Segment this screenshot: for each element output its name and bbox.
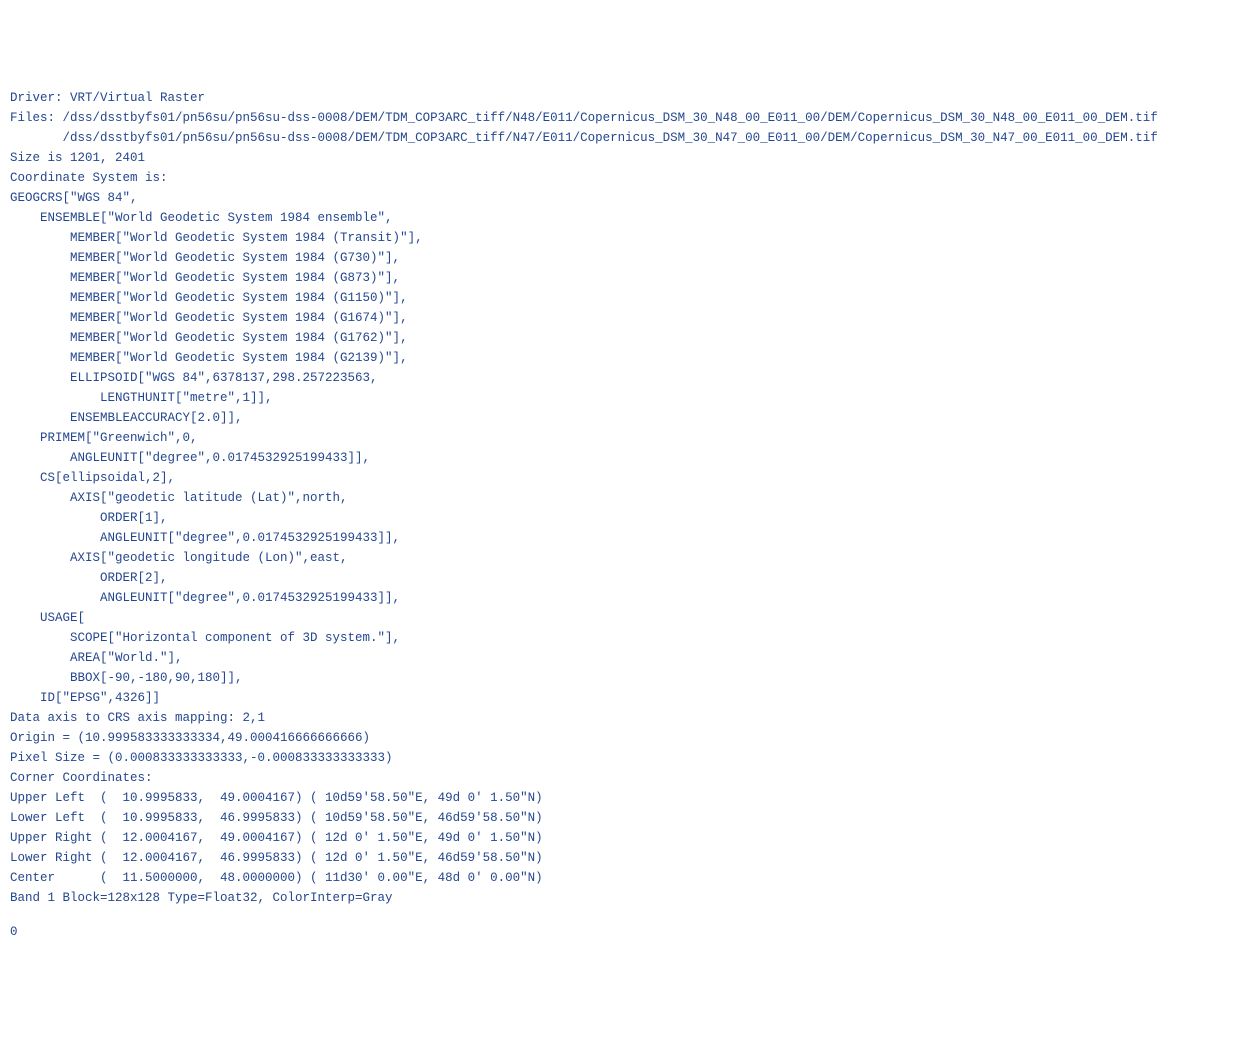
output-zero: 0 [10, 922, 1234, 942]
member-g730: MEMBER["World Geodetic System 1984 (G730… [10, 251, 400, 265]
axis-lon: AXIS["geodetic longitude (Lon)",east, [10, 551, 348, 565]
gdal-info-output: Driver: VRT/Virtual Raster Files: /dss/d… [10, 88, 1234, 942]
id-epsg: ID["EPSG",4326]] [10, 691, 160, 705]
order-2: ORDER[2], [10, 571, 168, 585]
file-path-1: /dss/dsstbyfs01/pn56su/pn56su-dss-0008/D… [63, 111, 1158, 125]
file2-indent [10, 131, 63, 145]
ensemble-line: ENSEMBLE["World Geodetic System 1984 ens… [10, 211, 393, 225]
primem-line: PRIMEM["Greenwich",0, [10, 431, 198, 445]
data-axis-mapping: Data axis to CRS axis mapping: 2,1 [10, 711, 265, 725]
geogcrs-line: GEOGCRS["WGS 84", [10, 191, 138, 205]
scope-line: SCOPE["Horizontal component of 3D system… [10, 631, 400, 645]
member-g873: MEMBER["World Geodetic System 1984 (G873… [10, 271, 400, 285]
lengthunit-line: LENGTHUNIT["metre",1]], [10, 391, 273, 405]
bbox-line: BBOX[-90,-180,90,180]], [10, 671, 243, 685]
band-info: Band 1 Block=128x128 Type=Float32, Color… [10, 891, 393, 905]
member-g1150: MEMBER["World Geodetic System 1984 (G115… [10, 291, 408, 305]
lower-left: Lower Left ( 10.9995833, 46.9995833) ( 1… [10, 811, 543, 825]
file-path-2: /dss/dsstbyfs01/pn56su/pn56su-dss-0008/D… [63, 131, 1158, 145]
member-g1762: MEMBER["World Geodetic System 1984 (G176… [10, 331, 408, 345]
size-line: Size is 1201, 2401 [10, 151, 145, 165]
lower-right: Lower Right ( 12.0004167, 46.9995833) ( … [10, 851, 543, 865]
pixel-size-line: Pixel Size = (0.000833333333333,-0.00083… [10, 751, 393, 765]
ensemble-accuracy: ENSEMBLEACCURACY[2.0]], [10, 411, 243, 425]
member-transit: MEMBER["World Geodetic System 1984 (Tran… [10, 231, 423, 245]
usage-line: USAGE[ [10, 611, 85, 625]
axis-lat-angleunit: ANGLEUNIT["degree",0.0174532925199433]], [10, 531, 400, 545]
origin-line: Origin = (10.999583333333334,49.00041666… [10, 731, 370, 745]
order-1: ORDER[1], [10, 511, 168, 525]
primem-angleunit: ANGLEUNIT["degree",0.0174532925199433]], [10, 451, 370, 465]
member-g2139: MEMBER["World Geodetic System 1984 (G213… [10, 351, 408, 365]
files-label: Files: [10, 111, 63, 125]
axis-lat: AXIS["geodetic latitude (Lat)",north, [10, 491, 348, 505]
ellipsoid-line: ELLIPSOID["WGS 84",6378137,298.257223563… [10, 371, 378, 385]
area-line: AREA["World."], [10, 651, 183, 665]
driver-line: Driver: VRT/Virtual Raster [10, 91, 205, 105]
upper-left: Upper Left ( 10.9995833, 49.0004167) ( 1… [10, 791, 543, 805]
cs-line: CS[ellipsoidal,2], [10, 471, 175, 485]
center-coord: Center ( 11.5000000, 48.0000000) ( 11d30… [10, 871, 543, 885]
upper-right: Upper Right ( 12.0004167, 49.0004167) ( … [10, 831, 543, 845]
coord-system-header: Coordinate System is: [10, 171, 168, 185]
corner-coords-header: Corner Coordinates: [10, 771, 153, 785]
axis-lon-angleunit: ANGLEUNIT["degree",0.0174532925199433]], [10, 591, 400, 605]
member-g1674: MEMBER["World Geodetic System 1984 (G167… [10, 311, 408, 325]
